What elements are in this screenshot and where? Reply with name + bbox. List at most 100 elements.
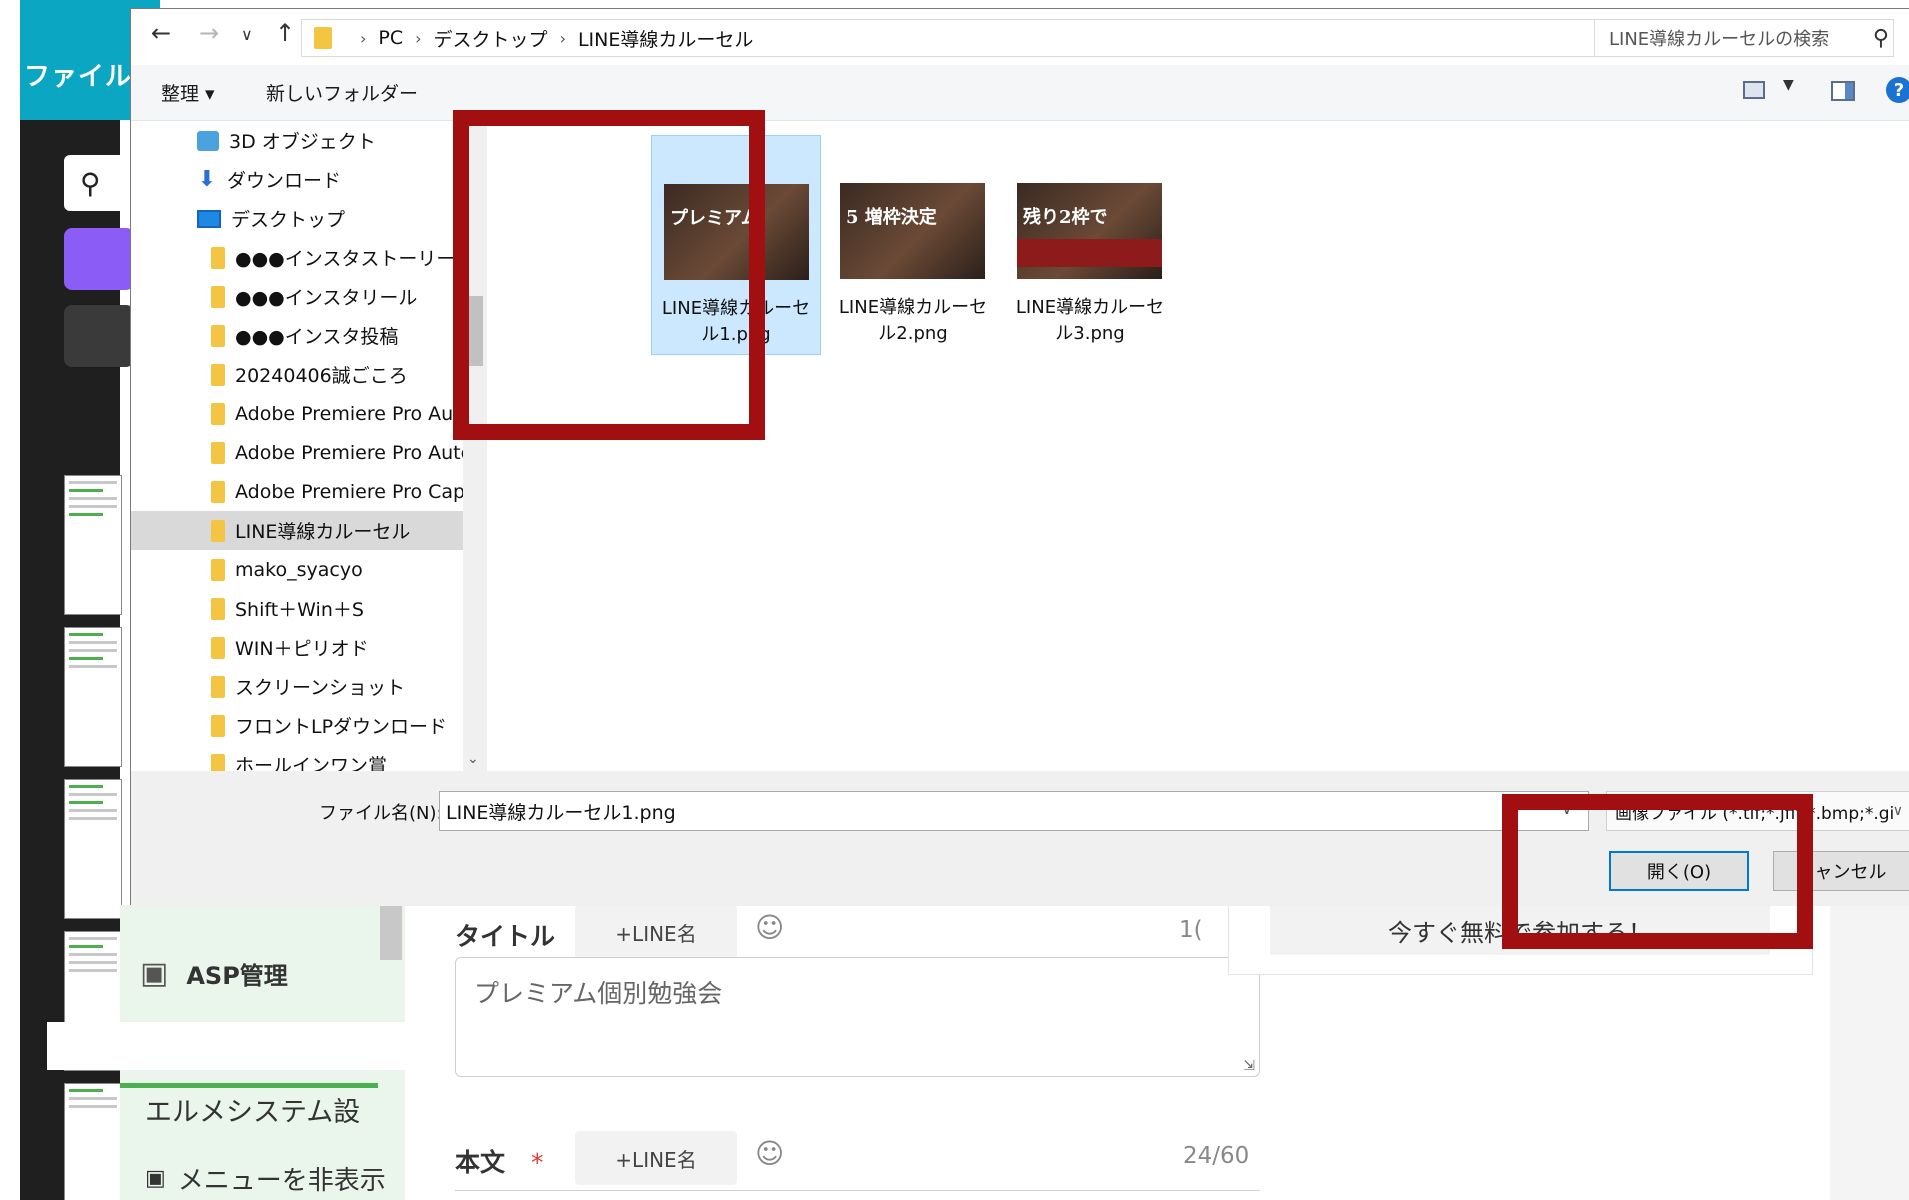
nav-item[interactable]: mako_syacyo	[131, 550, 463, 589]
folder-icon	[211, 363, 225, 386]
filename-value: LINE導線カルーセル1.png	[446, 801, 676, 824]
folder-icon	[211, 402, 225, 425]
body-insert-line-name-button[interactable]: +LINE名	[575, 1131, 737, 1185]
file-item[interactable]: 残り2枠で LINE導線カルーセ ル3.png	[1005, 135, 1175, 355]
nav-item-label: Adobe Premiere Pro Auto	[235, 441, 463, 464]
chevron-right-icon[interactable]: ›	[360, 29, 366, 48]
nav-item[interactable]: Adobe Premiere Pro Capt	[131, 472, 463, 511]
filename-input[interactable]: LINE導線カルーセル1.png	[439, 791, 1589, 831]
nav-item-label: Adobe Premiere Pro Aud	[235, 402, 463, 425]
hide-menu-button[interactable]: ▣ メニューを非表示	[145, 1160, 386, 1197]
app-create-button[interactable]	[64, 228, 134, 290]
app-search-button[interactable]: ⚲	[64, 155, 134, 211]
nav-item[interactable]: ⬇ ダウンロード	[131, 160, 463, 199]
message-form: タイトル +LINE名 ☺ 1( プレミアム個別勉強会 ⇲ 本文 * +LINE名…	[405, 905, 1275, 1200]
nav-item[interactable]: フロントLPダウンロード	[131, 706, 463, 745]
nav-item-label: LINE導線カルーセル	[235, 521, 411, 543]
nav-item-label: ●●●インスタ投稿	[235, 326, 399, 348]
emoji-icon[interactable]: ☺	[755, 1137, 784, 1170]
nav-item-label: 20240406誠ごころ	[235, 365, 408, 387]
preview-panel-edge	[1830, 905, 1909, 1200]
nav-item-label: デスクトップ	[231, 209, 346, 231]
help-icon[interactable]: ?	[1886, 77, 1909, 103]
button-label: +LINE名	[615, 921, 697, 946]
nav-item[interactable]: WIN＋ピリオド	[131, 628, 463, 667]
sidebar-scrollbar[interactable]	[380, 905, 402, 960]
folder-icon	[211, 519, 225, 542]
folder-icon	[211, 714, 225, 737]
folder-icon	[211, 675, 225, 698]
nav-item-label: Adobe Premiere Pro Capt	[235, 480, 463, 503]
file-name-line: LINE導線カルーセ	[1015, 297, 1165, 318]
sidebar-item-system-settings[interactable]: エルメシステム設	[145, 1090, 360, 1129]
thumbnail-text: 残り2枠で	[1023, 207, 1108, 228]
file-name-line: LINE導線カルーセ	[838, 297, 988, 318]
emoji-icon[interactable]: ☺	[755, 911, 784, 944]
nav-item-label: フロントLPダウンロード	[235, 716, 448, 738]
folder-icon	[211, 441, 225, 464]
breadcrumb-item[interactable]: LINE導線カルーセル	[578, 25, 753, 52]
sidebar-item-asp[interactable]: ▣ ASP管理	[140, 948, 288, 998]
back-arrow-icon[interactable]: ←	[151, 19, 171, 47]
nav-item-label: 3D オブジェクト	[229, 131, 376, 153]
nav-item-label: ●●●インスタリール	[235, 287, 418, 309]
nav-item[interactable]: Adobe Premiere Pro Aud	[131, 394, 463, 433]
forward-arrow-icon[interactable]: →	[199, 19, 219, 47]
nav-item[interactable]: 3D オブジェクト	[131, 121, 463, 160]
required-mark: *	[531, 1148, 544, 1177]
page-thumbnail[interactable]	[64, 475, 122, 615]
nav-item[interactable]: ●●●インスタストーリーズ	[131, 238, 463, 277]
page-thumbnail[interactable]	[64, 1083, 122, 1200]
organize-button[interactable]: 整理 ▾	[161, 79, 215, 106]
file-name-line: ル3.png	[1055, 323, 1125, 344]
folder-icon	[211, 480, 225, 503]
hide-menu-label: メニューを非表示	[177, 1166, 386, 1196]
file-item[interactable]: 5 増枠決定 LINE導線カルーセ ル2.png	[828, 135, 998, 355]
folder-icon	[211, 636, 225, 659]
app-menu-button[interactable]	[64, 305, 134, 367]
chevron-right-icon[interactable]: ›	[560, 29, 566, 48]
command-bar: 整理 ▾ 新しいフォルダー ▼ ?	[131, 65, 1909, 121]
body-label-text: 本文	[455, 1148, 506, 1177]
sidebar-item-label: ASP管理	[186, 961, 288, 990]
resize-grip-icon[interactable]: ⇲	[1243, 1058, 1255, 1074]
nav-item[interactable]: Adobe Premiere Pro Auto	[131, 433, 463, 472]
file-name: LINE導線カルーセ ル3.png	[1005, 295, 1175, 347]
nav-item[interactable]: 20240406誠ごころ	[131, 355, 463, 394]
address-bar[interactable]: › PC › デスクトップ › LINE導線カルーセル ∨	[301, 19, 1711, 57]
preview-pane-icon[interactable]	[1831, 81, 1855, 101]
nav-item[interactable]: Shift＋Win＋S	[131, 589, 463, 628]
chevron-right-icon[interactable]: ›	[415, 29, 421, 48]
view-options-icon[interactable]	[1743, 81, 1765, 99]
highlight-open-button	[1502, 794, 1813, 949]
nav-item[interactable]: デスクトップ	[131, 199, 463, 238]
nav-item[interactable]: ●●●インスタリール	[131, 277, 463, 316]
title-value: プレミアム個別勉強会	[474, 979, 723, 1008]
title-textarea[interactable]: プレミアム個別勉強会 ⇲	[455, 957, 1260, 1077]
highlight-selected-file	[453, 110, 765, 440]
page-thumbnail[interactable]	[64, 627, 122, 767]
thumbnail-band	[1017, 239, 1162, 267]
nav-item[interactable]: ●●●インスタ投稿	[131, 316, 463, 355]
folder-icon	[211, 597, 225, 620]
body-textarea[interactable]	[455, 1190, 1260, 1200]
search-input[interactable]: LINE導線カルーセルの検索 ⚲	[1594, 19, 1894, 57]
breadcrumb-item[interactable]: デスクトップ	[434, 25, 548, 52]
nav-item[interactable]: ホールインワン賞	[131, 745, 463, 771]
nav-item[interactable]: LINE導線カルーセル	[131, 511, 463, 550]
view-dropdown-icon[interactable]: ▼	[1783, 77, 1794, 93]
file-name-line: ル2.png	[878, 323, 948, 344]
scroll-down-icon[interactable]: ⌄	[467, 751, 479, 767]
redaction-band	[47, 1022, 437, 1070]
up-arrow-icon[interactable]: ↑	[275, 19, 295, 47]
page-thumbnail[interactable]	[64, 779, 122, 919]
new-folder-button[interactable]: 新しいフォルダー	[266, 79, 418, 106]
nav-item[interactable]: スクリーンショット	[131, 667, 463, 706]
file-name: LINE導線カルーセ ル2.png	[828, 295, 998, 347]
breadcrumb-item[interactable]: PC	[378, 27, 403, 49]
desktop-icon	[197, 209, 221, 228]
title-insert-line-name-button[interactable]: +LINE名	[575, 905, 737, 959]
file-open-dialog: ← → ∨ ↑ › PC › デスクトップ › LINE導線カルーセル ∨ ↻ …	[130, 8, 1909, 906]
recent-locations-chevron-icon[interactable]: ∨	[241, 25, 253, 44]
page-thumbnail-list	[60, 455, 122, 1200]
